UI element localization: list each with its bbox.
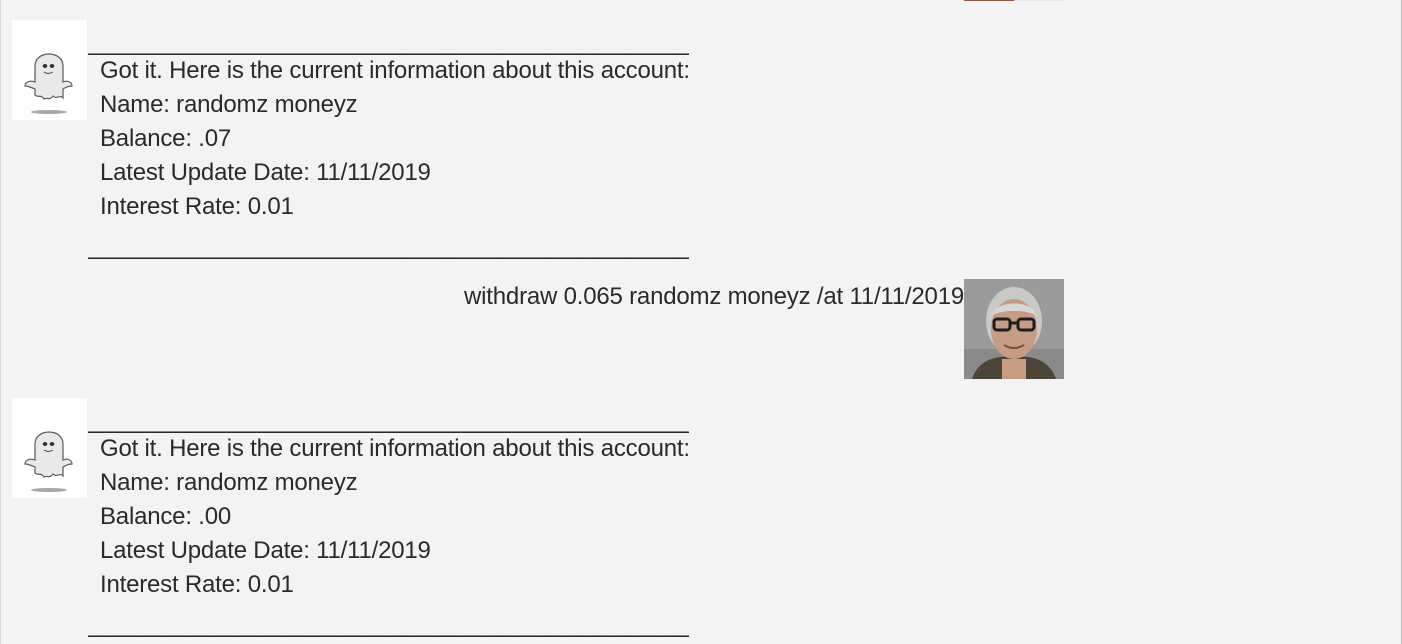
user-message: withdraw 0.065 randomz moneyz /at 11/11/… <box>464 279 1064 379</box>
user-avatar <box>964 279 1064 379</box>
bot-message-text: ________________________________________… <box>88 398 690 638</box>
message-divider: ________________________________________… <box>88 611 689 638</box>
bot-avatar <box>12 398 87 498</box>
message-divider: ________________________________________… <box>88 29 689 56</box>
window-left-edge <box>0 0 1 644</box>
message-line: Interest Rate: 0.01 <box>100 193 294 220</box>
ghost-icon <box>24 53 73 114</box>
message-line: Balance: .07 <box>100 125 232 152</box>
message-divider: ________________________________________… <box>88 233 689 260</box>
message-line: Latest Update Date: 11/11/2019 <box>100 159 431 186</box>
message-line: Latest Update Date: 11/11/2019 <box>100 537 431 564</box>
message-line: Name: randomz moneyz <box>100 469 358 496</box>
message-line: Interest Rate: 0.01 <box>100 571 294 598</box>
message-line: Name: randomz moneyz <box>100 91 358 118</box>
user-message-text: withdraw 0.065 randomz moneyz /at 11/11/… <box>464 283 964 310</box>
message-line: Balance: .00 <box>100 503 232 530</box>
bot-avatar <box>12 20 87 120</box>
ghost-icon <box>24 431 73 492</box>
person-photo-icon <box>964 279 1064 379</box>
previous-user-avatar-edge <box>964 0 1064 1</box>
bot-message-text: ________________________________________… <box>88 20 690 260</box>
message-divider: ________________________________________… <box>88 407 689 434</box>
